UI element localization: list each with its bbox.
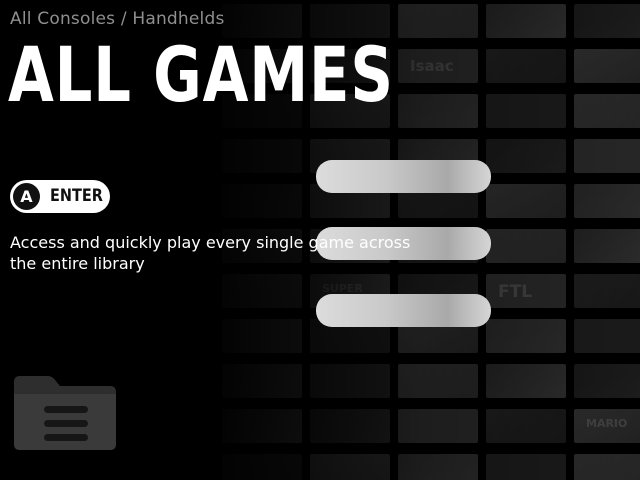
screen: IsaacFTLSUPERMARIO All Consoles / Handhe… (0, 0, 640, 480)
section-description: Access and quickly play every single gam… (10, 233, 411, 273)
folder-list-icon (14, 376, 116, 450)
menu-slot-1[interactable] (316, 160, 491, 193)
a-button-icon: A (13, 183, 40, 210)
enter-label: ENTER (50, 186, 103, 206)
menu-slot-3[interactable] (316, 294, 491, 327)
enter-button[interactable]: A ENTER (10, 180, 110, 213)
breadcrumb[interactable]: All Consoles / Handhelds (10, 9, 225, 29)
page-title: ALL GAMES (8, 30, 394, 119)
